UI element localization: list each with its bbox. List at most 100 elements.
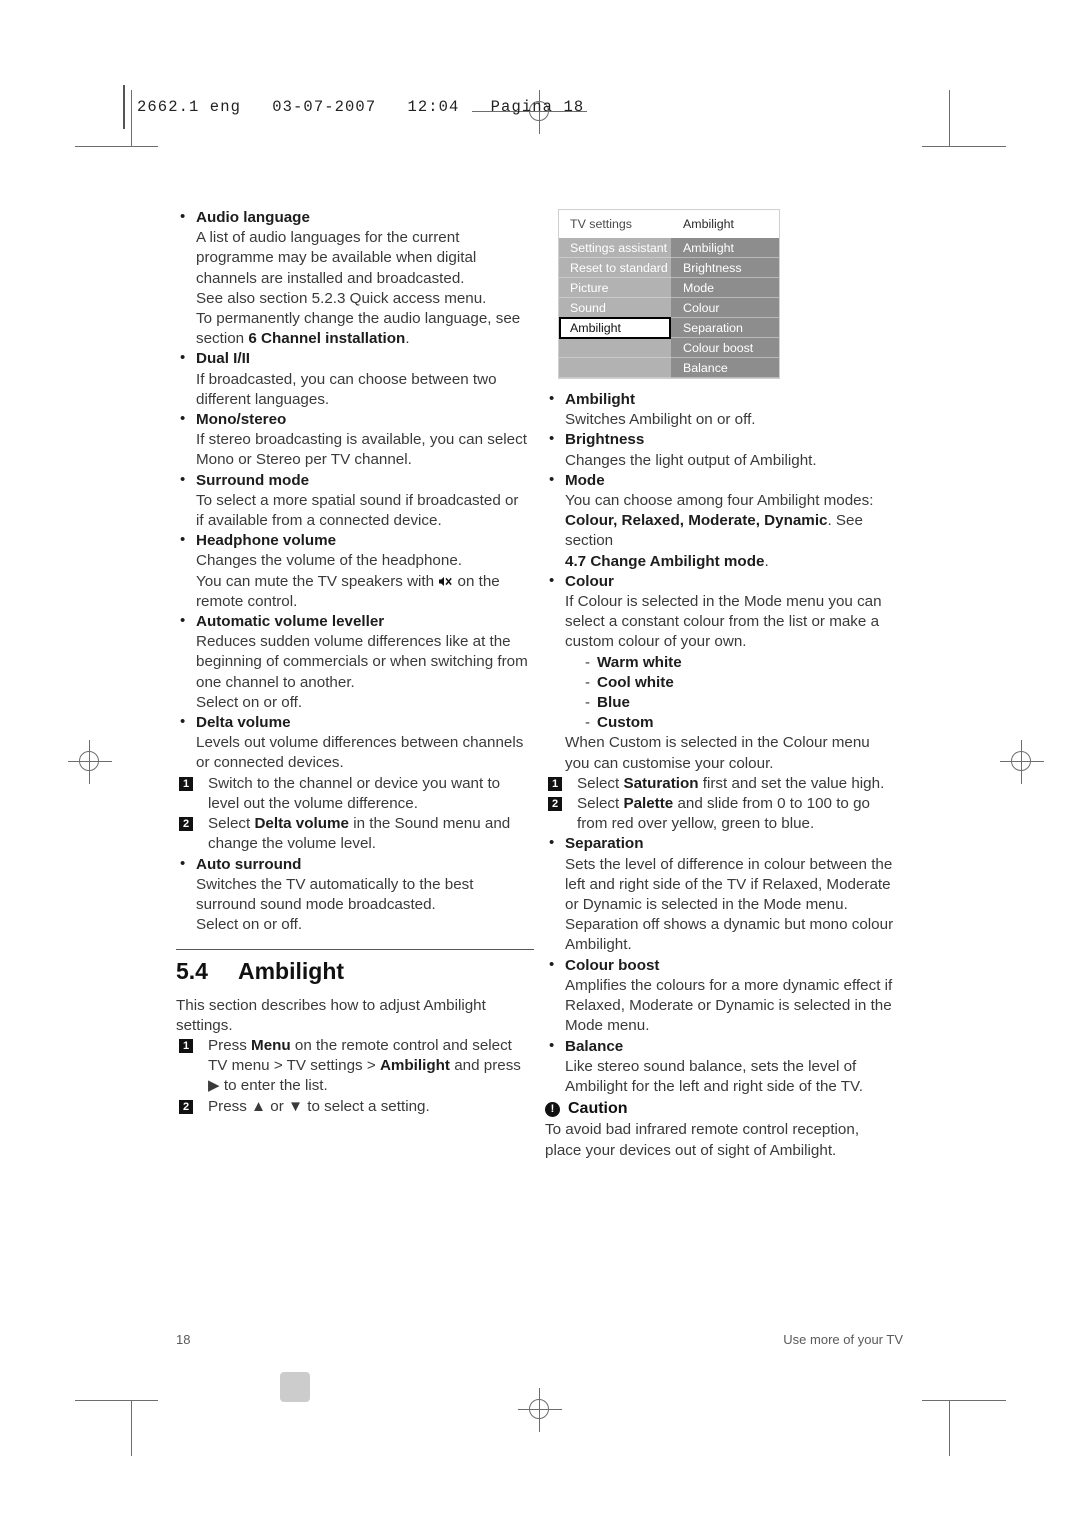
print-slug: 2662.1 eng 03-07-2007 12:04 Pagina 18 bbox=[123, 85, 584, 129]
crop-mark-right-top-vertical bbox=[949, 90, 950, 146]
text-fragment: on the remote control and select bbox=[290, 1036, 512, 1054]
step-item: 2 Select Delta volume in the Sound menu … bbox=[176, 814, 534, 854]
section-divider bbox=[176, 949, 534, 951]
list-item-colour-boost: Colour boost bbox=[545, 955, 903, 976]
automatic-volume-leveller-body: Reduces sudden volume differences like a… bbox=[176, 632, 534, 713]
text-line: change the volume level. bbox=[208, 835, 377, 853]
separation-heading: Separation bbox=[565, 835, 644, 853]
text-fragment: first and set the value high. bbox=[698, 774, 885, 792]
step-number: 1 bbox=[548, 776, 562, 791]
list-item-audio-language: Audio language bbox=[176, 207, 534, 228]
text-line: Like stereo sound balance, sets the leve… bbox=[565, 1057, 857, 1075]
ambilight-body: Switches Ambilight on or off. bbox=[545, 410, 903, 430]
text-line: Select Saturation first and set the valu… bbox=[577, 774, 903, 794]
text-line: A list of audio languages for the curren… bbox=[196, 229, 460, 247]
colour-option-warm-white: Warm white bbox=[597, 653, 682, 671]
dash-marker: - bbox=[585, 714, 591, 732]
text-line: Separation off shows a dynamic but mono … bbox=[565, 916, 894, 934]
text-line: If Colour is selected in the Mode menu y… bbox=[565, 593, 882, 611]
step-number: 2 bbox=[179, 1099, 193, 1114]
colour-option-custom: Custom bbox=[597, 714, 654, 732]
menu-reference: Ambilight bbox=[379, 1057, 450, 1075]
step-number: 1 bbox=[179, 1038, 193, 1053]
mode-body: You can choose among four Ambilight mode… bbox=[545, 491, 903, 572]
mono-stereo-body: If stereo broadcasting is available, you… bbox=[176, 430, 534, 470]
balance-heading: Balance bbox=[565, 1037, 624, 1055]
submenu-item-colour-boost[interactable]: Colour boost bbox=[671, 338, 779, 358]
menu-item-sound[interactable]: Sound bbox=[559, 298, 671, 318]
text-line: or Dynamic is selected in the Mode menu. bbox=[565, 896, 848, 914]
menu-reference: Saturation bbox=[623, 774, 699, 792]
menu-item-picture[interactable]: Picture bbox=[559, 278, 671, 298]
text-line: Levels out volume differences between ch… bbox=[196, 734, 524, 752]
auto-surround-heading: Auto surround bbox=[196, 855, 302, 873]
text-fragment: Press bbox=[208, 1036, 252, 1054]
step-number: 2 bbox=[179, 817, 193, 832]
crop-mark-right-bottom-vertical bbox=[949, 1400, 950, 1456]
menu-columns: Settings assistant Reset to standard Pic… bbox=[559, 238, 779, 378]
colour-boost-body: Amplifies the colours for a more dynamic… bbox=[545, 976, 903, 1037]
text-line: left and right side of the TV if Relaxed… bbox=[565, 875, 891, 893]
text-line: You can choose among four Ambilight mode… bbox=[565, 492, 874, 510]
text-fragment: . bbox=[764, 552, 769, 570]
text-line: Changes the volume of the headphone. bbox=[196, 552, 462, 570]
dash-marker: - bbox=[585, 653, 591, 671]
text-line: if available from a connected device. bbox=[196, 512, 442, 530]
dual-body: If broadcasted, you can choose between t… bbox=[176, 370, 534, 410]
text-fragment: section bbox=[196, 330, 249, 348]
text-fragment: and slide from 0 to 100 to go bbox=[673, 795, 870, 813]
text-line: from red over yellow, green to blue. bbox=[577, 815, 815, 833]
text-line: Amplifies the colours for a more dynamic… bbox=[565, 976, 893, 994]
separation-body: Sets the level of difference in colour b… bbox=[545, 855, 903, 956]
text-line: To select a more spatial sound if broadc… bbox=[196, 491, 519, 509]
ambilight-heading: Ambilight bbox=[565, 391, 636, 408]
cross-reference: 6 Channel installation bbox=[248, 330, 406, 348]
menu-item-ambilight-selected[interactable]: Ambilight bbox=[559, 317, 671, 339]
list-item-mode: Mode bbox=[545, 470, 903, 491]
submenu-item-separation[interactable]: Separation bbox=[671, 318, 779, 338]
list-item-ambilight: Ambilight bbox=[545, 389, 903, 410]
dash-marker: - bbox=[585, 673, 591, 691]
crop-mark-bottom-left-horizontal bbox=[75, 1400, 158, 1401]
menu-item-reset-to-standard[interactable]: Reset to standard bbox=[559, 258, 671, 278]
mode-values: Colour, Relaxed, Moderate, Dynamic bbox=[565, 512, 828, 530]
text-fragment: Select bbox=[577, 774, 624, 792]
text-line: section 6 Channel installation. bbox=[196, 329, 534, 349]
menu-header-row: TV settings Ambilight bbox=[559, 210, 779, 238]
menu-header-right: Ambilight bbox=[683, 217, 734, 231]
text-line: remote control. bbox=[196, 592, 298, 610]
menu-reference: Palette bbox=[623, 795, 674, 813]
submenu-item-colour[interactable]: Colour bbox=[671, 298, 779, 318]
step-item: 1 Switch to the channel or device you wa… bbox=[176, 774, 534, 814]
text-line: Select on or off. bbox=[196, 693, 303, 711]
colour-option-cool-white: Cool white bbox=[597, 673, 674, 691]
submenu-item-brightness[interactable]: Brightness bbox=[671, 258, 779, 278]
colour-control-swatch bbox=[280, 1372, 310, 1402]
text-line: settings. bbox=[176, 1016, 233, 1034]
text-line: custom colour of your own. bbox=[565, 633, 747, 651]
menu-header-left: TV settings bbox=[570, 217, 632, 231]
brightness-body: Changes the light output of Ambilight. bbox=[545, 451, 903, 471]
sub-list-item: - Cool white bbox=[565, 673, 903, 693]
dash-marker: - bbox=[585, 694, 591, 712]
text-line: one channel to another. bbox=[196, 673, 355, 691]
audio-language-heading: Audio language bbox=[196, 209, 310, 226]
audio-language-body: A list of audio languages for the curren… bbox=[176, 228, 534, 349]
exclamation-icon: ! bbox=[545, 1101, 560, 1117]
headphone-volume-body: Changes the volume of the headphone. You… bbox=[176, 551, 534, 612]
submenu-item-ambilight[interactable]: Ambilight bbox=[671, 238, 779, 258]
mode-heading: Mode bbox=[565, 471, 605, 489]
balance-body: Like stereo sound balance, sets the leve… bbox=[545, 1057, 903, 1097]
list-item-colour: Colour bbox=[545, 571, 903, 592]
text-line: Mode menu. bbox=[565, 1017, 650, 1035]
text-line: If stereo broadcasting is available, you… bbox=[196, 431, 527, 449]
cross-reference: 4.7 Change Ambilight mode bbox=[565, 552, 765, 570]
menu-item-settings-assistant[interactable]: Settings assistant bbox=[559, 238, 671, 258]
submenu-item-mode[interactable]: Mode bbox=[671, 278, 779, 298]
text-line: Changes the light output of Ambilight. bbox=[565, 451, 817, 469]
text-line: Ambilight. bbox=[565, 936, 632, 954]
submenu-item-balance[interactable]: Balance bbox=[671, 358, 779, 378]
text-line: surround sound mode broadcasted. bbox=[196, 895, 436, 913]
list-item-separation: Separation bbox=[545, 833, 903, 854]
registration-mark-bottom bbox=[518, 1388, 562, 1432]
